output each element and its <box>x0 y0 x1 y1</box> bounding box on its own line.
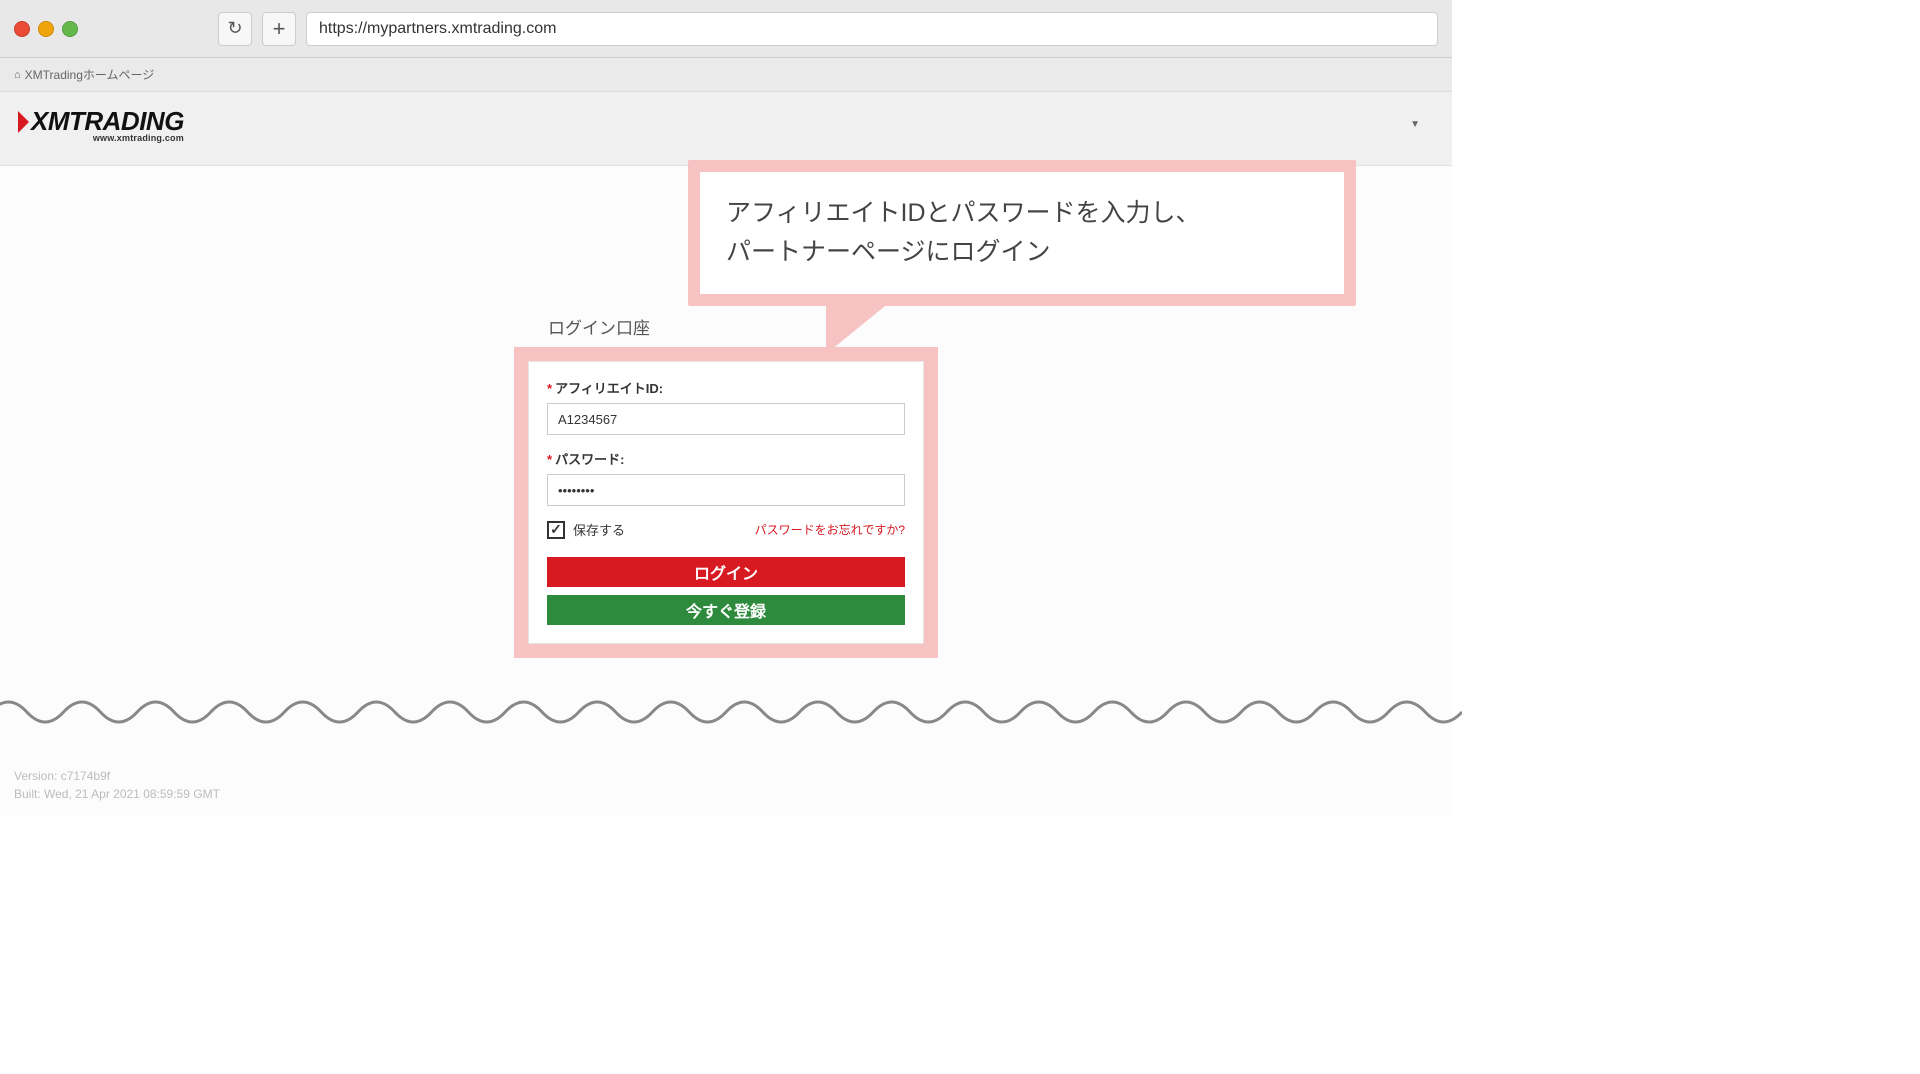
build-text: Built: Wed, 21 Apr 2021 08:59:59 GMT <box>14 785 220 803</box>
callout-tail-icon <box>826 302 890 354</box>
logo-accent-icon <box>18 111 29 133</box>
minimize-window-button[interactable] <box>38 21 54 37</box>
login-button[interactable]: ログイン <box>547 557 905 587</box>
required-marker: * <box>547 381 552 396</box>
logo-subtext: www.xmtrading.com <box>18 133 184 143</box>
refresh-icon: ↻ <box>227 18 242 39</box>
remember-label: 保存する <box>573 520 625 539</box>
affiliate-id-input[interactable] <box>547 403 905 435</box>
callout-line1: アフィリエイトIDとパスワードを入力し、 <box>726 194 1318 233</box>
remember-checkbox[interactable]: ✓ <box>547 521 565 539</box>
close-window-button[interactable] <box>14 21 30 37</box>
version-text: Version: c7174b9f <box>14 767 220 785</box>
plus-icon: + <box>273 16 286 42</box>
address-bar[interactable]: https://mypartners.xmtrading.com <box>306 12 1438 46</box>
refresh-button[interactable]: ↻ <box>218 12 252 46</box>
callout-line2: パートナーページにログイン <box>726 233 1318 272</box>
login-form: *アフィリエイトID: *パスワード: ✓ <box>528 361 924 644</box>
affiliate-id-label: *アフィリエイトID: <box>547 378 905 397</box>
footer-meta: Version: c7174b9f Built: Wed, 21 Apr 202… <box>14 767 220 803</box>
site-logo[interactable]: XMTRADING www.xmtrading.com <box>18 106 184 143</box>
login-section: ログイン口座 *アフィリエイトID: *パスワード: <box>514 314 938 658</box>
forgot-password-link[interactable]: パスワードをお忘れですか? <box>755 521 905 538</box>
language-dropdown[interactable]: ▼ <box>1410 119 1434 130</box>
breadcrumb-bar: ⌂ XMTradingホームページ <box>0 58 1452 92</box>
register-button[interactable]: 今すぐ登録 <box>547 595 905 625</box>
window-controls <box>14 21 78 37</box>
password-input[interactable] <box>547 474 905 506</box>
password-field: *パスワード: <box>547 449 905 506</box>
check-icon: ✓ <box>550 521 562 538</box>
new-tab-button[interactable]: + <box>262 12 296 46</box>
chevron-down-icon: ▼ <box>1410 119 1420 130</box>
home-icon: ⌂ <box>14 69 21 81</box>
site-header: XMTRADING www.xmtrading.com ▼ <box>0 92 1452 166</box>
remember-row: ✓ 保存する パスワードをお忘れですか? <box>547 520 905 539</box>
browser-chrome: ↻ + https://mypartners.xmtrading.com <box>0 0 1452 58</box>
wave-divider <box>0 687 1462 737</box>
affiliate-id-field: *アフィリエイトID: <box>547 378 905 435</box>
maximize-window-button[interactable] <box>62 21 78 37</box>
annotation-callout: アフィリエイトIDとパスワードを入力し、 パートナーページにログイン <box>688 160 1356 306</box>
password-label: *パスワード: <box>547 449 905 468</box>
page-content: ⌂ XMTradingホームページ XMTRADING www.xmtradin… <box>0 58 1452 815</box>
breadcrumb-home-link[interactable]: XMTradingホームページ <box>25 66 155 83</box>
login-highlight-frame: *アフィリエイトID: *パスワード: ✓ <box>514 347 938 658</box>
required-marker: * <box>547 452 552 467</box>
